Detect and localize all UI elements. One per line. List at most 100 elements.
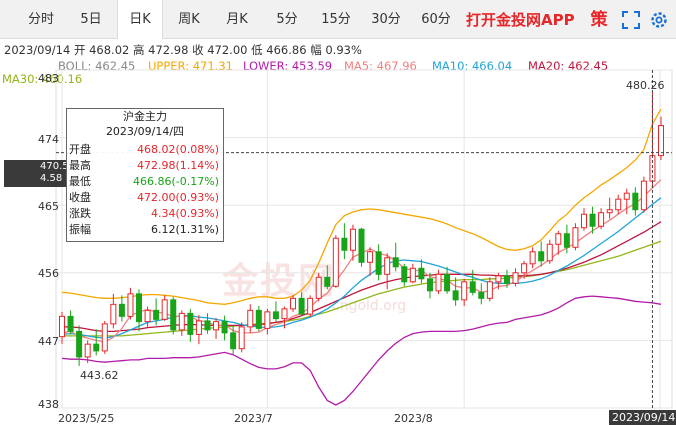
candle-body xyxy=(469,281,476,293)
candle-body xyxy=(341,237,348,251)
y-tick-label: 474 xyxy=(38,133,59,146)
tooltip-label: 最低 xyxy=(69,175,91,188)
y-tick-label: 438 xyxy=(38,398,59,411)
candle-body xyxy=(580,213,587,229)
candle-body xyxy=(349,228,356,251)
candle-body xyxy=(136,293,143,323)
candle-body xyxy=(255,309,262,329)
candle-body xyxy=(264,311,271,329)
candle-body xyxy=(76,330,83,358)
candle-body xyxy=(178,312,185,331)
candle-body xyxy=(187,312,194,335)
candle-body xyxy=(401,266,408,283)
candle-body xyxy=(632,192,639,211)
candle-body xyxy=(538,251,545,262)
candle-body xyxy=(204,320,211,331)
quote-tooltip: 沪金主力 2023/09/14/四 开盘 468.02(0.08%) 最高 47… xyxy=(66,108,224,242)
candle-body xyxy=(247,309,254,328)
tooltip-label: 振幅 xyxy=(69,223,91,236)
candle-body xyxy=(144,309,151,323)
candle-body xyxy=(384,257,391,275)
tooltip-row-open: 开盘 468.02(0.08%) xyxy=(69,142,219,157)
candle-body xyxy=(615,198,622,211)
tooltip-value: 4.34(0.93%) xyxy=(150,207,219,220)
tooltip-row-close: 收盘 472.00(0.93%) xyxy=(69,190,219,205)
candle-body xyxy=(375,251,382,275)
tooltip-value: 472.00(0.93%) xyxy=(136,191,219,204)
candle-body xyxy=(426,278,433,292)
y-tick-label: 483 xyxy=(38,72,59,85)
candle-body xyxy=(59,315,65,338)
candle-body xyxy=(84,343,91,358)
boll-lower-line xyxy=(61,295,662,406)
candle-body xyxy=(546,243,553,262)
candle-body xyxy=(461,281,468,301)
candle-body xyxy=(307,297,314,315)
tooltip-label: 涨跌 xyxy=(69,207,91,220)
candle-body xyxy=(195,320,202,335)
candle-body xyxy=(589,213,596,227)
tooltip-label: 最高 xyxy=(69,159,91,172)
candle-body xyxy=(332,237,339,287)
candle-body xyxy=(324,276,331,287)
y-tick-label: 447 xyxy=(38,335,59,348)
candle-body xyxy=(118,303,125,317)
candle-body xyxy=(358,228,365,263)
tooltip-row-low: 最低 466.86(-0.17%) xyxy=(69,174,219,189)
max-price-label: 480.26 xyxy=(626,79,665,92)
candle-body xyxy=(555,233,562,245)
candle-body xyxy=(127,293,134,317)
candle-body xyxy=(452,290,459,301)
candle-body xyxy=(435,273,442,292)
tooltip-label: 开盘 xyxy=(69,143,91,156)
min-price-label: 443.62 xyxy=(80,369,119,382)
candle-body xyxy=(563,233,570,248)
tooltip-row-high: 最高 472.98(1.14%) xyxy=(69,158,219,173)
candle-body xyxy=(272,311,279,320)
candle-body xyxy=(153,309,160,320)
candle-body xyxy=(623,192,630,200)
x-tick-label: 2023/5/25 xyxy=(58,412,115,425)
tooltip-value: 6.12(1.31%) xyxy=(150,223,219,236)
crosshair-price-tag: 470.5 4.58 xyxy=(4,160,69,187)
price-tag-change: 4.58 xyxy=(40,173,63,184)
crosshair-date-label: 2023/09/14 xyxy=(609,410,676,425)
tooltip-value: 466.86(-0.17%) xyxy=(133,175,219,188)
candle-body xyxy=(598,212,605,227)
tooltip-row-change: 涨跌 4.34(0.93%) xyxy=(69,206,219,221)
candle-body xyxy=(93,343,100,352)
candle-body xyxy=(658,125,664,157)
candle-body xyxy=(392,257,399,268)
candle-body xyxy=(640,180,647,211)
x-tick-label: 2023/7 xyxy=(234,412,273,425)
tooltip-value: 468.02(0.08%) xyxy=(136,143,219,156)
candle-body xyxy=(315,276,322,299)
price-tag-value: 470.5 xyxy=(40,161,69,172)
tooltip-value: 472.98(1.14%) xyxy=(136,159,219,172)
candle-body xyxy=(367,251,374,263)
candle-body xyxy=(110,303,117,325)
candle-body xyxy=(230,332,237,350)
candle-body xyxy=(238,326,245,350)
tooltip-date: 2023/09/14/四 xyxy=(105,125,185,138)
candle-body xyxy=(290,297,297,310)
candle-body xyxy=(495,275,502,283)
candle-body xyxy=(606,209,613,214)
candle-body xyxy=(486,281,493,299)
candle-body xyxy=(444,273,451,292)
candle-body xyxy=(161,299,168,320)
candle-body xyxy=(281,308,288,320)
candle-body xyxy=(529,251,536,265)
candle-body xyxy=(478,291,485,299)
candle-body xyxy=(221,321,228,334)
candle-body xyxy=(101,323,108,352)
candle-body xyxy=(503,275,510,284)
candle-body xyxy=(170,299,177,331)
tooltip-title: 沪金主力 xyxy=(123,110,167,123)
tooltip-label: 收盘 xyxy=(69,191,91,204)
candle-body xyxy=(67,315,74,332)
candle-body xyxy=(572,227,579,248)
candle-body xyxy=(298,297,305,315)
y-tick-label: 456 xyxy=(38,267,59,280)
candle-body xyxy=(512,272,519,284)
